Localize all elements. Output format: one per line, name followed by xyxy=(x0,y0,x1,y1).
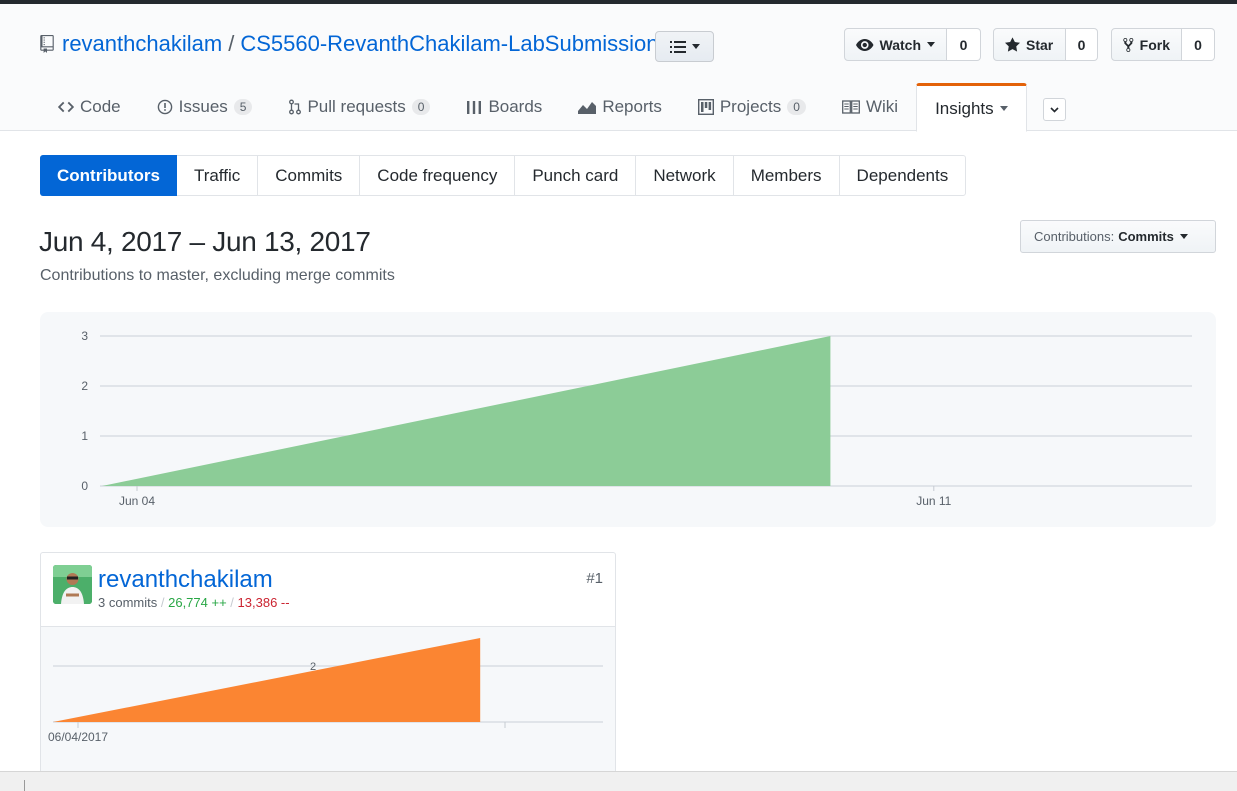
chevron-down-icon xyxy=(927,42,935,47)
chevron-down-icon xyxy=(1179,234,1188,239)
fork-group: Fork 0 xyxy=(1111,28,1215,61)
repo-icon xyxy=(40,35,54,53)
graph-icon xyxy=(578,102,597,114)
watch-label: Watch xyxy=(879,36,921,53)
status-bar-divider xyxy=(24,780,25,791)
fork-count[interactable]: 0 xyxy=(1182,28,1215,61)
subnav-punch-card[interactable]: Punch card xyxy=(515,156,637,195)
star-count[interactable]: 0 xyxy=(1066,28,1098,61)
subnav-commits[interactable]: Commits xyxy=(258,156,361,195)
tab-wiki[interactable]: Wiki xyxy=(824,83,916,131)
avatar[interactable] xyxy=(53,565,92,604)
status-bar xyxy=(0,771,1237,791)
watch-count[interactable]: 0 xyxy=(947,28,981,61)
pull-requests-counter: 0 xyxy=(411,99,431,115)
contributor-commits-link[interactable]: 3 commits xyxy=(98,595,157,610)
chevron-down-icon xyxy=(999,106,1008,111)
contributor-card: revanthchakilam 3 commits / 26,774 ++ / … xyxy=(40,552,616,791)
list-icon xyxy=(669,40,686,53)
tab-pull-requests-label: Pull requests xyxy=(307,97,406,116)
code-icon xyxy=(58,101,74,113)
subnav-traffic[interactable]: Traffic xyxy=(177,156,259,195)
tab-code-label: Code xyxy=(80,97,121,116)
contributor-username-link[interactable]: revanthchakilam xyxy=(98,566,273,594)
tab-boards[interactable]: Boards xyxy=(448,83,560,131)
commits-area xyxy=(53,638,481,722)
fork-icon xyxy=(1123,37,1134,52)
chevron-down-icon xyxy=(1050,106,1059,113)
star-group: Star 0 xyxy=(993,28,1098,61)
pull-request-icon xyxy=(289,99,302,115)
contributor-rank: #1 xyxy=(586,570,603,587)
fork-label: Fork xyxy=(1139,36,1170,53)
tab-insights[interactable]: Insights xyxy=(916,83,1027,132)
boards-icon xyxy=(467,101,482,114)
subnav-dependents[interactable]: Dependents xyxy=(840,156,966,195)
tab-issues-label: Issues xyxy=(178,97,228,116)
stats-separator: / xyxy=(230,595,234,610)
subnav-contributors[interactable]: Contributors xyxy=(40,155,177,196)
contributions-select[interactable]: Contributions: Commits xyxy=(1020,220,1216,253)
main-contributions-chart: 0 1 2 3 Jun 04 Jun 11 xyxy=(40,312,1216,527)
repo-name-link[interactable]: CS5560-RevanthChakilam-LabSubmission xyxy=(240,31,658,57)
eye-icon xyxy=(856,38,874,51)
tab-wiki-label: Wiki xyxy=(865,97,899,116)
star-label: Star xyxy=(1026,36,1054,53)
insights-subnav: Contributors Traffic Commits Code freque… xyxy=(40,155,967,196)
tab-projects[interactable]: Projects 0 xyxy=(680,83,824,131)
chart-subtitle: Contributions to master, excluding merge… xyxy=(40,267,395,284)
avatar-image xyxy=(53,565,92,604)
y-tick-label: 2 xyxy=(81,379,88,393)
x-tick-label: Jun 11 xyxy=(916,494,951,508)
chevron-down-icon xyxy=(691,44,700,49)
contributor-stats: 3 commits / 26,774 ++ / 13,386 -- xyxy=(98,595,290,610)
repo-title: revanthchakilam / CS5560-RevanthChakilam… xyxy=(40,31,659,57)
tab-issues[interactable]: Issues 5 xyxy=(139,83,271,131)
tab-reports-label: Reports xyxy=(602,97,662,116)
contributions-select-value: Commits xyxy=(1118,229,1174,244)
y-tick-label: 1 xyxy=(81,429,88,443)
tab-projects-label: Projects xyxy=(719,97,782,116)
contributor-additions: 26,774 ++ xyxy=(168,595,227,610)
contributor-chart-svg: 2 06/04/2017 xyxy=(48,638,603,744)
x-tick-label: Jun 04 xyxy=(119,494,155,508)
repo-owner-link[interactable]: revanthchakilam xyxy=(62,31,222,57)
issues-counter: 5 xyxy=(233,99,253,115)
main-chart-svg: 0 1 2 3 Jun 04 Jun 11 xyxy=(81,329,1192,508)
watch-group: Watch 0 xyxy=(844,28,981,61)
tab-insights-label: Insights xyxy=(935,98,994,118)
star-icon xyxy=(1005,37,1020,52)
subnav-network[interactable]: Network xyxy=(636,156,734,195)
tab-pull-requests[interactable]: Pull requests 0 xyxy=(270,83,448,131)
commits-area xyxy=(102,336,831,486)
tab-boards-label: Boards xyxy=(488,97,543,116)
x-tick-label: 06/04/2017 xyxy=(48,730,108,744)
projects-counter: 0 xyxy=(787,99,806,115)
stats-separator: / xyxy=(160,595,165,610)
contributor-chart: 2 06/04/2017 xyxy=(41,627,615,791)
repo-tabs: Code Issues 5 Pull requests 0 Boards Rep… xyxy=(40,83,1027,132)
watch-button[interactable]: Watch xyxy=(844,28,947,61)
repo-path-separator: / xyxy=(228,31,235,56)
y-tick-label: 3 xyxy=(81,329,88,343)
contributor-deletions: 13,386 -- xyxy=(237,595,290,610)
book-icon xyxy=(842,100,860,114)
contributor-card-header: revanthchakilam 3 commits / 26,774 ++ / … xyxy=(41,553,615,627)
repo-header: revanthchakilam / CS5560-RevanthChakilam… xyxy=(0,4,1237,132)
y-tick-label: 0 xyxy=(81,479,88,493)
tab-code[interactable]: Code xyxy=(40,83,139,131)
tab-reports[interactable]: Reports xyxy=(560,83,680,131)
date-range-heading: Jun 4, 2017 – Jun 13, 2017 xyxy=(39,226,371,257)
project-icon xyxy=(697,99,714,115)
repo-menu-button[interactable] xyxy=(655,31,714,62)
more-tabs-button[interactable] xyxy=(1043,98,1066,121)
y-tick-label: 2 xyxy=(310,661,316,673)
contributions-select-prefix: Contributions: xyxy=(1034,229,1115,244)
subnav-members[interactable]: Members xyxy=(734,156,840,195)
subnav-code-frequency[interactable]: Code frequency xyxy=(360,156,516,195)
fork-button[interactable]: Fork xyxy=(1111,28,1182,61)
star-button[interactable]: Star xyxy=(993,28,1066,61)
issue-icon xyxy=(157,99,172,115)
